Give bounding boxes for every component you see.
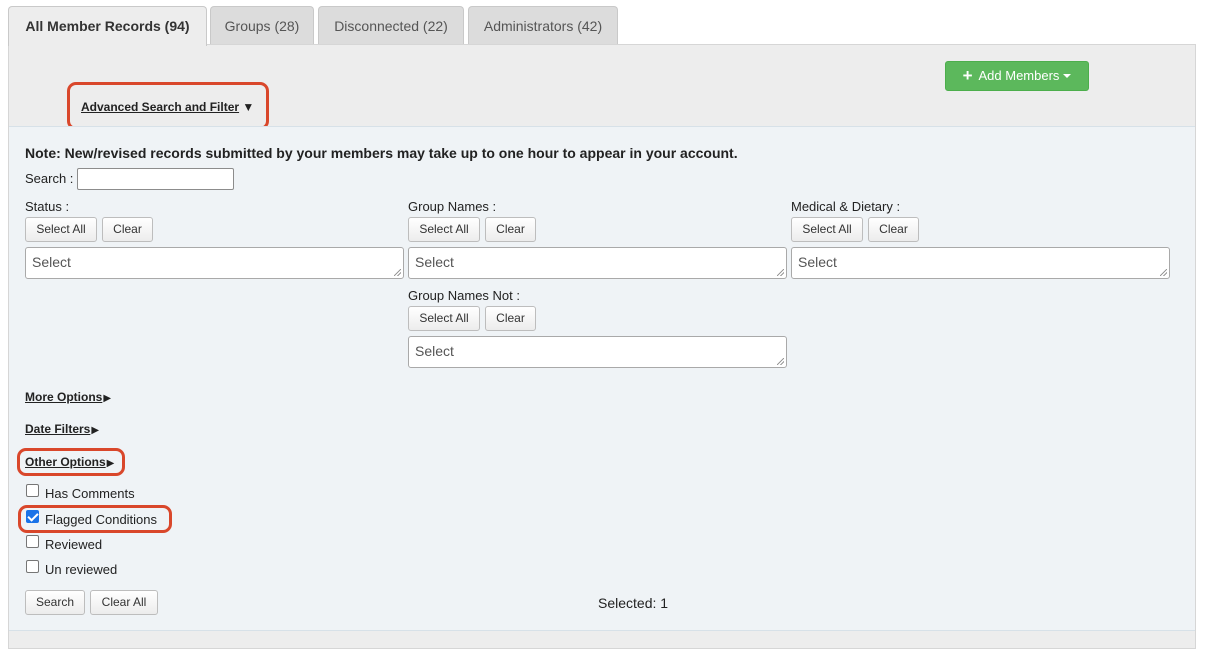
resize-grip-icon[interactable] [1160, 269, 1167, 276]
selected-count: Selected: 1 [598, 595, 669, 611]
member-records-panel: + Add Members Advanced Search and Filter … [8, 44, 1196, 649]
group-names-select[interactable]: Select [408, 247, 787, 279]
search-label: Search : [25, 171, 74, 186]
triangle-right-icon: ▶ [106, 458, 115, 469]
medical-dietary-select-placeholder: Select [798, 254, 837, 270]
un-reviewed-checkbox[interactable] [26, 560, 39, 573]
flagged-conditions-checkbox[interactable] [26, 510, 39, 523]
status-select-all-button[interactable]: Select All [25, 217, 97, 242]
tab-disconnected[interactable]: Disconnected (22) [318, 6, 464, 45]
group-names-label: Group Names : [408, 199, 497, 214]
medical-dietary-select[interactable]: Select [791, 247, 1170, 279]
other-options-toggle[interactable]: Other Options▶ [25, 455, 114, 469]
resize-grip-icon[interactable] [777, 358, 784, 365]
advanced-search-label: Advanced Search and Filter [81, 100, 240, 114]
resize-grip-icon[interactable] [394, 269, 401, 276]
flagged-conditions-label: Flagged Conditions [45, 512, 158, 527]
triangle-right-icon: ▶ [103, 393, 112, 404]
other-options-label: Other Options [25, 455, 106, 469]
has-comments-label: Has Comments [45, 486, 135, 501]
tab-groups[interactable]: Groups (28) [210, 6, 314, 45]
more-options-toggle[interactable]: More Options▶ [25, 390, 111, 404]
clear-all-button[interactable]: Clear All [90, 590, 158, 615]
group-names-clear-button[interactable]: Clear [485, 217, 536, 242]
group-names-not-select-placeholder: Select [415, 343, 454, 359]
medical-dietary-select-all-button[interactable]: Select All [791, 217, 863, 242]
triangle-down-icon: ▼ [242, 100, 255, 114]
tab-all-member-records[interactable]: All Member Records (94) [8, 6, 207, 46]
group-names-not-label: Group Names Not : [408, 288, 520, 303]
status-label: Status : [25, 199, 70, 214]
add-members-button[interactable]: + Add Members [945, 61, 1089, 91]
caret-down-icon [1063, 74, 1072, 78]
triangle-right-icon: ▶ [91, 425, 100, 436]
resize-grip-icon[interactable] [777, 269, 784, 276]
group-names-not-select[interactable]: Select [408, 336, 787, 368]
reviewed-label: Reviewed [45, 537, 103, 552]
date-filters-toggle[interactable]: Date Filters▶ [25, 422, 99, 436]
processing-note: Note: New/revised records submitted by y… [25, 145, 738, 161]
un-reviewed-label: Un reviewed [45, 562, 118, 577]
status-select[interactable]: Select [25, 247, 404, 279]
plus-icon: + [962, 66, 973, 85]
advanced-filter-area: Note: New/revised records submitted by y… [9, 126, 1195, 631]
search-input[interactable] [77, 168, 234, 190]
status-select-placeholder: Select [32, 254, 71, 270]
group-names-select-all-button[interactable]: Select All [408, 217, 480, 242]
group-names-not-clear-button[interactable]: Clear [485, 306, 536, 331]
tab-administrators[interactable]: Administrators (42) [468, 6, 618, 45]
has-comments-checkbox[interactable] [26, 484, 39, 497]
search-button[interactable]: Search [25, 590, 85, 615]
date-filters-label: Date Filters [25, 422, 91, 436]
more-options-label: More Options [25, 390, 103, 404]
status-clear-button[interactable]: Clear [102, 217, 153, 242]
group-names-not-select-all-button[interactable]: Select All [408, 306, 480, 331]
reviewed-checkbox[interactable] [26, 535, 39, 548]
medical-dietary-clear-button[interactable]: Clear [868, 217, 919, 242]
group-names-select-placeholder: Select [415, 254, 454, 270]
advanced-search-toggle[interactable]: Advanced Search and Filter ▼ [81, 100, 254, 114]
medical-dietary-label: Medical & Dietary : [791, 199, 901, 214]
add-members-label: Add Members [978, 68, 1060, 83]
